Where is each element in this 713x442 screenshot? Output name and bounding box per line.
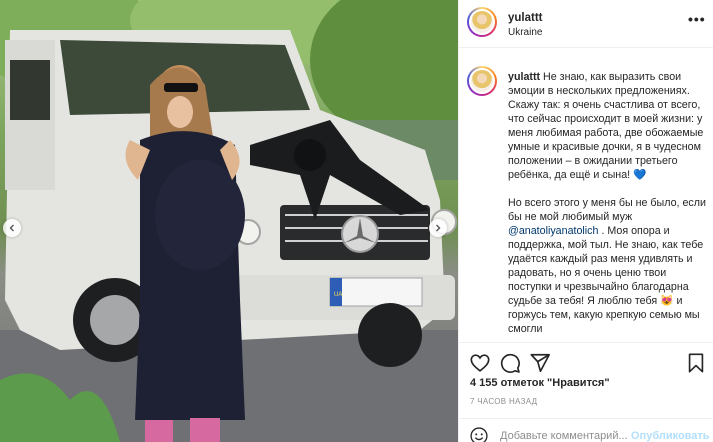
post-caption: yulattt Не знаю, как выразить свои эмоци… — [508, 70, 706, 342]
smiley-icon[interactable] — [469, 426, 489, 442]
caption-area: yulattt Не знаю, как выразить свои эмоци… — [459, 56, 713, 342]
plate-country-code: UA — [334, 292, 342, 298]
photo-scene: UA — [0, 0, 458, 442]
caption-author-avatar[interactable] — [467, 66, 497, 96]
heart-eyes-cat-emoji: 😻 — [660, 295, 674, 307]
heart-outline-icon[interactable] — [469, 352, 491, 374]
post-side-panel: yulattt Ukraine ••• yulattt Не знаю, как… — [458, 0, 713, 442]
caption-username[interactable]: yulattt — [508, 71, 540, 83]
next-photo-button[interactable] — [429, 219, 447, 237]
author-avatar[interactable] — [467, 7, 497, 37]
publish-comment-button[interactable]: Опубликовать — [631, 430, 710, 442]
previous-photo-button[interactable] — [3, 219, 21, 237]
comment-input[interactable] — [500, 429, 630, 442]
author-username[interactable]: yulattt — [508, 12, 543, 24]
comment-bubble-icon[interactable] — [499, 352, 521, 374]
caption-paragraph-2-start: Но всего этого у меня бы не было, если б… — [508, 197, 706, 223]
bookmark-icon[interactable] — [685, 352, 707, 374]
post-header: yulattt Ukraine ••• — [459, 0, 713, 48]
mention-link[interactable]: @anatoliyanatolich — [508, 225, 598, 237]
action-bar — [459, 342, 713, 382]
post-photo: UA — [0, 0, 458, 442]
chevron-left-icon — [9, 224, 14, 232]
likes-count[interactable]: 4 155 отметок "Нравится" — [470, 377, 610, 389]
caption-paragraph-2-middle: . Моя опора и поддержка, мой тыл. Не зна… — [508, 225, 704, 307]
post-location[interactable]: Ukraine — [508, 27, 542, 38]
blue-heart-emoji: 💙 — [633, 169, 647, 181]
chevron-right-icon — [436, 224, 441, 232]
comment-bar: Опубликовать — [459, 418, 713, 442]
post-timestamp[interactable]: 7 ЧАСОВ НАЗАД — [470, 397, 537, 406]
caption-paragraph-1: Не знаю, как выразить свои эмоции в неск… — [508, 71, 704, 181]
paper-plane-icon[interactable] — [529, 352, 551, 374]
more-options-button[interactable]: ••• — [688, 12, 706, 30]
